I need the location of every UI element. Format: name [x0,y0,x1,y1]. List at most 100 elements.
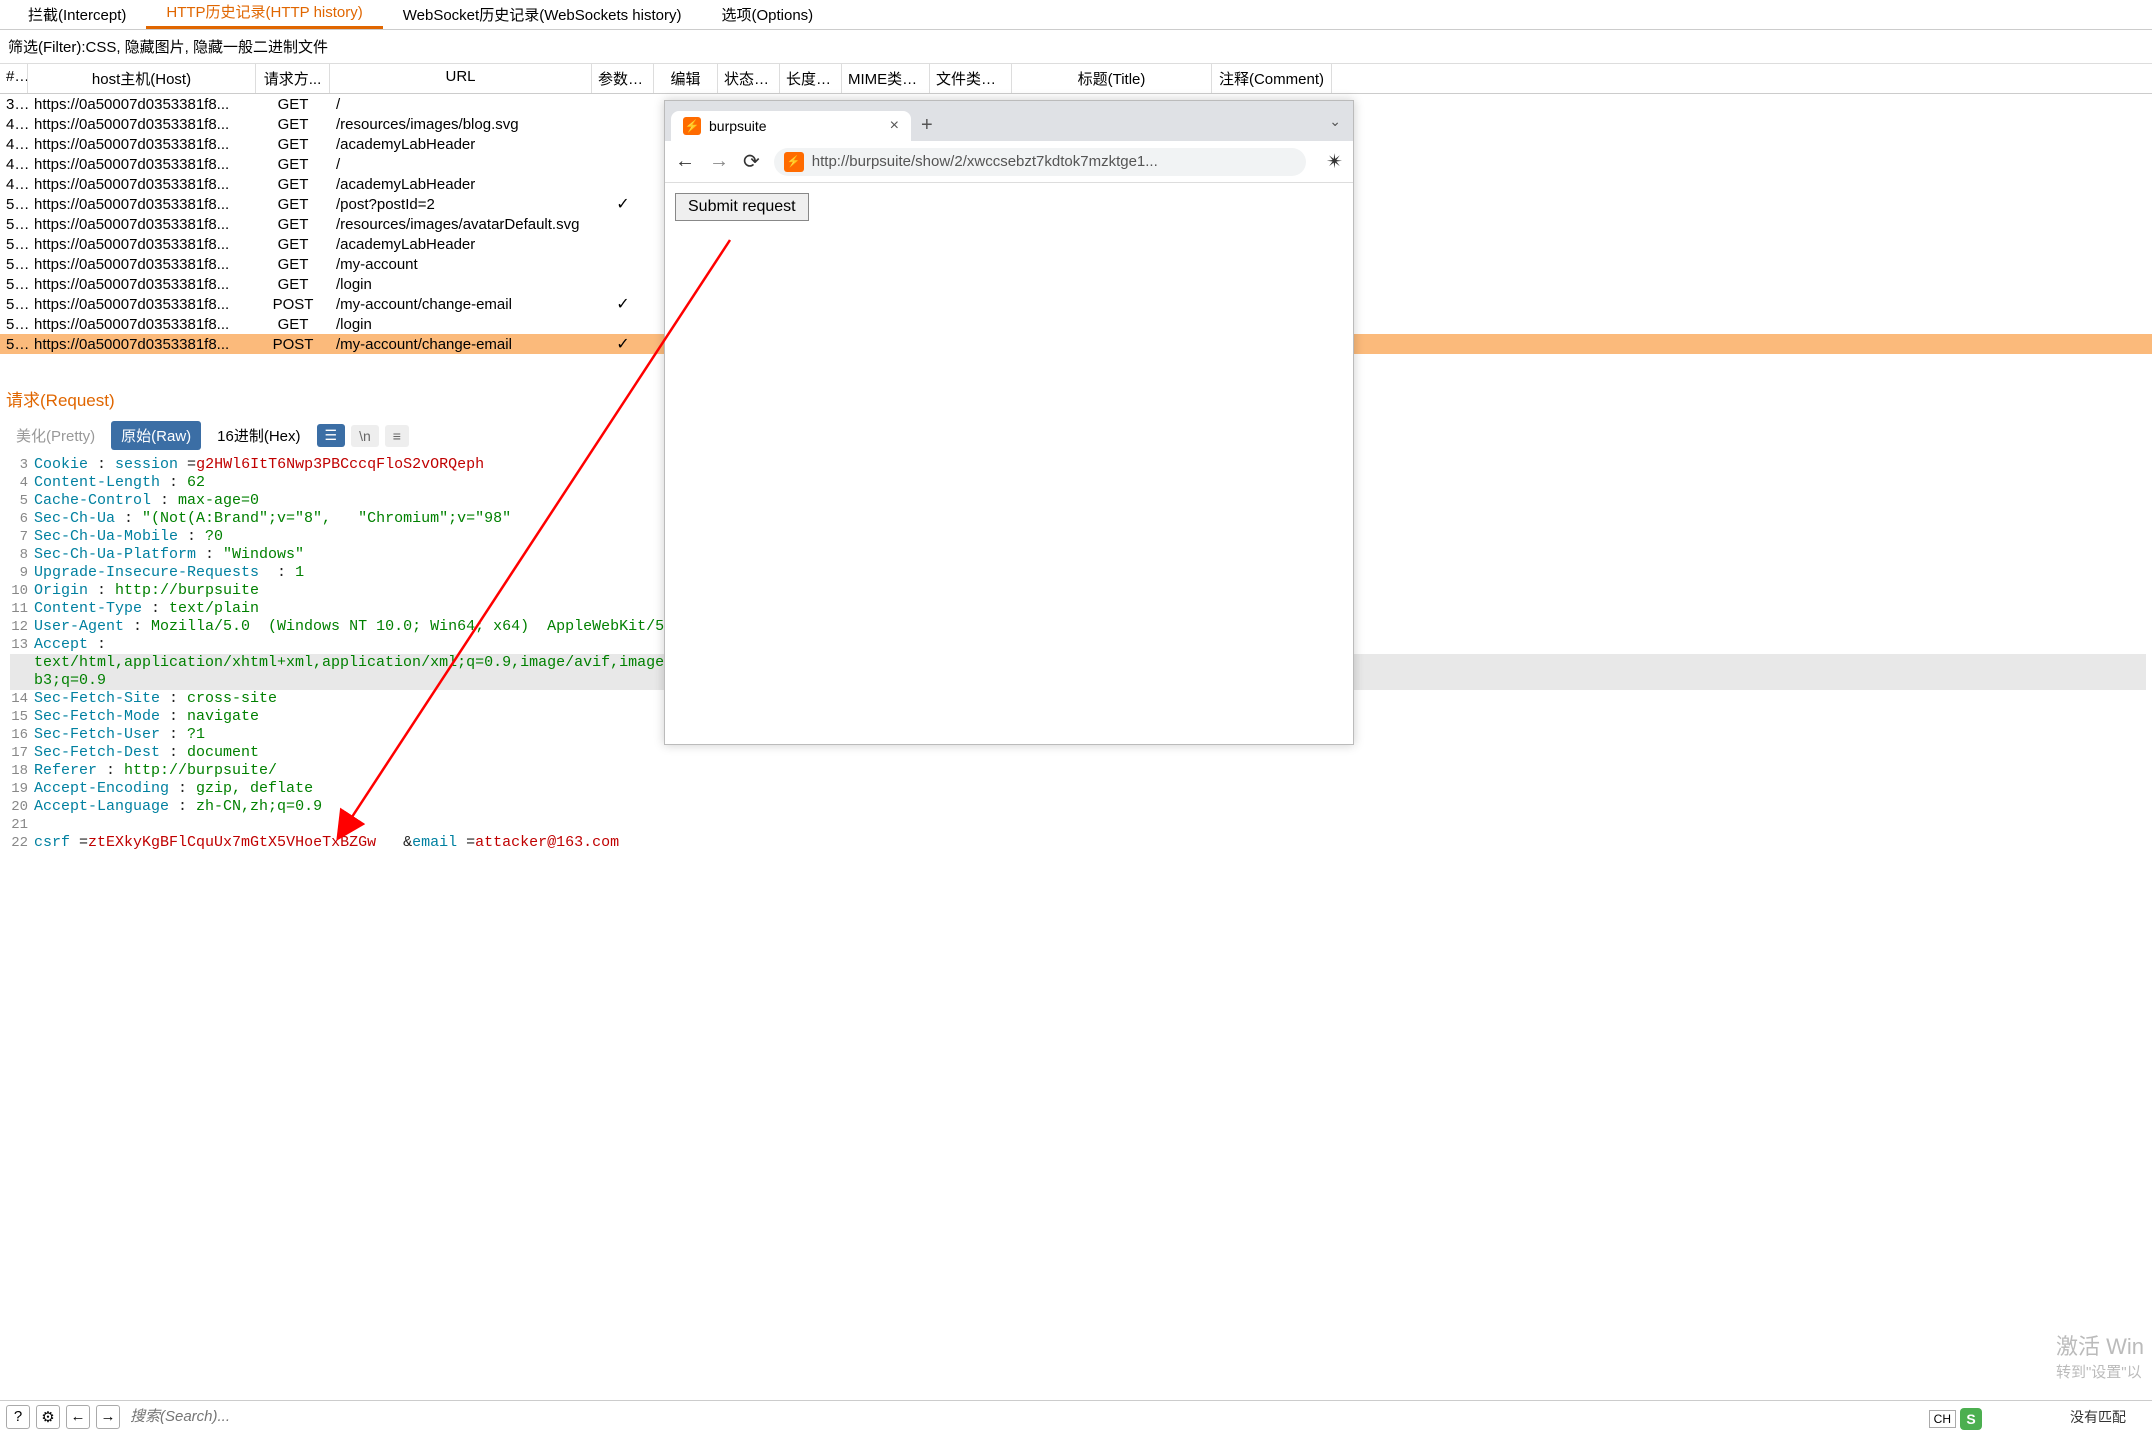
col-status[interactable]: 状态(St... [718,64,780,93]
tab-raw[interactable]: 原始(Raw) [111,421,201,450]
cell-url: /my-account/change-email [330,336,592,353]
cell-num: 43 [0,136,28,153]
prev-button[interactable]: ← [66,1405,90,1429]
browser-tab[interactable]: ⚡ burpsuite × [671,111,911,141]
tab-ws-history[interactable]: WebSocket历史记录(WebSockets history) [383,0,702,29]
col-title[interactable]: 标题(Title) [1012,64,1212,93]
cell-host: https://0a50007d0353381f8... [28,176,256,193]
col-params[interactable]: 参数(Pa... [592,64,654,93]
ime-lang[interactable]: CH [1929,1410,1956,1428]
cell-method: POST [256,336,330,353]
cell-num: 56 [0,316,28,333]
cell-num: 54 [0,276,28,293]
cell-url: / [330,96,592,113]
gear-icon: ⚙ [41,1408,54,1426]
col-filetype[interactable]: 文件类型(E... [930,64,1012,93]
cell-host: https://0a50007d0353381f8... [28,236,256,253]
cell-method: GET [256,316,330,333]
cell-method: GET [256,236,330,253]
col-method[interactable]: 请求方... [256,64,330,93]
cell-num: 53 [0,256,28,273]
cell-url: /post?postId=2 [330,196,592,213]
browser-tab-title: burpsuite [709,118,767,134]
cell-url: /academyLabHeader [330,176,592,193]
cell-host: https://0a50007d0353381f8... [28,136,256,153]
col-comment[interactable]: 注释(Comment) [1212,64,1332,93]
tab-pretty[interactable]: 美化(Pretty) [6,421,105,450]
help-button[interactable]: ? [6,1405,30,1429]
cell-method: GET [256,256,330,273]
cell-url: / [330,156,592,173]
browser-tabbar: ⚡ burpsuite × + ⌄ [665,101,1353,141]
cell-num: 32 [0,96,28,113]
cell-method: POST [256,296,330,313]
windows-activation-watermark: 激活 Win 转到"设置"以 [2056,1329,2144,1382]
cell-host: https://0a50007d0353381f8... [28,216,256,233]
back-button[interactable]: ← [675,150,695,173]
bottom-toolbar: ? ⚙ ← → 没有匹配 [0,1400,2152,1432]
url-bar[interactable]: ⚡ http://burpsuite/show/2/xwccsebzt7kdto… [774,148,1306,176]
cell-host: https://0a50007d0353381f8... [28,316,256,333]
main-tabs: 拦截(Intercept) HTTP历史记录(HTTP history) Web… [0,0,2152,30]
cell-host: https://0a50007d0353381f8... [28,336,256,353]
browser-toolbar: ← → ⟳ ⚡ http://burpsuite/show/2/xwccsebz… [665,141,1353,183]
tab-options[interactable]: 选项(Options) [701,0,833,29]
cell-url: /login [330,316,592,333]
favicon-icon: ⚡ [683,117,701,135]
reload-button[interactable]: ⟳ [743,149,760,174]
cell-num: 57 [0,336,28,353]
cell-method: GET [256,156,330,173]
search-input[interactable] [126,1406,2064,1427]
tab-http-history[interactable]: HTTP历史记录(HTTP history) [146,0,382,29]
cell-method: GET [256,216,330,233]
cell-url: /my-account [330,256,592,273]
cell-url: /resources/images/blog.svg [330,116,592,133]
cell-host: https://0a50007d0353381f8... [28,96,256,113]
cell-host: https://0a50007d0353381f8... [28,156,256,173]
col-edit[interactable]: 编辑 [654,64,718,93]
col-url[interactable]: URL [330,64,592,93]
cell-num: 49 [0,176,28,193]
cell-method: GET [256,196,330,213]
cell-method: GET [256,276,330,293]
cell-num: 52 [0,236,28,253]
display-mode-icon[interactable]: ☰ [317,424,346,447]
cell-num: 55 [0,296,28,313]
newline-icon[interactable]: \n [351,425,379,447]
match-status: 没有匹配 [2070,1407,2126,1427]
cell-host: https://0a50007d0353381f8... [28,256,256,273]
cell-url: /login [330,276,592,293]
cell-method: GET [256,96,330,113]
cell-params: ✓ [592,294,654,314]
cell-url: /my-account/change-email [330,296,592,313]
settings-button[interactable]: ⚙ [36,1405,60,1429]
table-header-row: # ▲ host主机(Host) 请求方... URL 参数(Pa... 编辑 … [0,64,2152,94]
col-num[interactable]: # ▲ [0,64,28,93]
new-tab-button[interactable]: + [921,114,933,141]
col-host[interactable]: host主机(Host) [28,64,256,93]
cell-params: ✓ [592,334,654,354]
next-button[interactable]: → [96,1405,120,1429]
cell-params: ✓ [592,194,654,214]
cell-host: https://0a50007d0353381f8... [28,196,256,213]
cell-host: https://0a50007d0353381f8... [28,296,256,313]
cell-method: GET [256,116,330,133]
tab-hex[interactable]: 16进制(Hex) [207,421,310,450]
wrap-icon[interactable]: ≡ [385,425,409,447]
browser-window: ⚡ burpsuite × + ⌄ ← → ⟳ ⚡ http://burpsui… [664,100,1354,745]
tab-list-chevron-icon[interactable]: ⌄ [1329,113,1341,130]
cell-url: /academyLabHeader [330,136,592,153]
ime-indicator: CH S [1929,1408,1982,1430]
close-tab-icon[interactable]: × [890,117,899,135]
extensions-icon[interactable]: ✴ [1326,149,1343,174]
col-length[interactable]: 长度(Le... [780,64,842,93]
filter-bar[interactable]: 筛选(Filter):CSS, 隐藏图片, 隐藏一般二进制文件 [0,30,2152,64]
tab-intercept[interactable]: 拦截(Intercept) [8,0,146,29]
url-text: http://burpsuite/show/2/xwccsebzt7kdtok7… [812,153,1158,170]
col-mime[interactable]: MIME类型... [842,64,930,93]
ime-sogou-icon[interactable]: S [1960,1408,1982,1430]
forward-button[interactable]: → [709,150,729,173]
submit-request-button[interactable]: Submit request [675,193,809,221]
site-icon: ⚡ [784,152,804,172]
cell-url: /resources/images/avatarDefault.svg [330,216,592,233]
